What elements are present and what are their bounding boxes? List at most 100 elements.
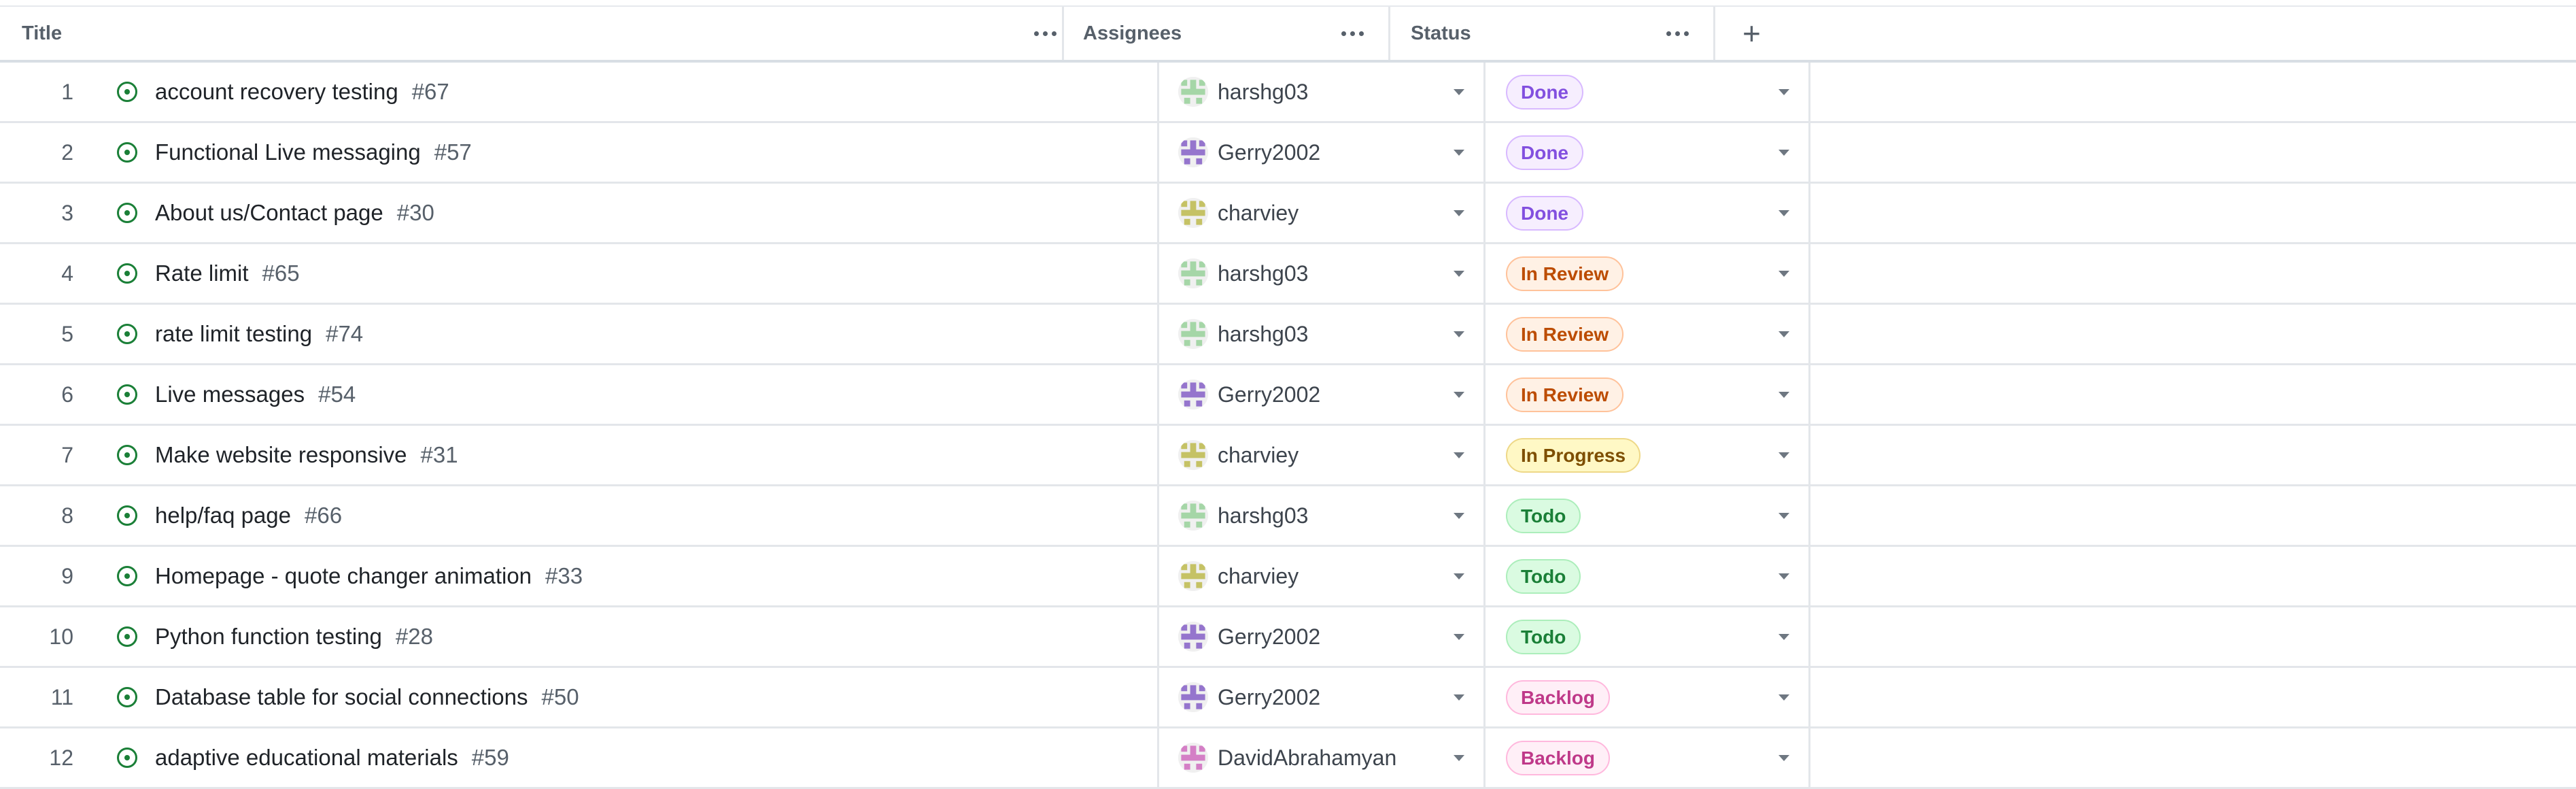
chevron-down-icon[interactable] xyxy=(1454,754,1464,761)
status-cell[interactable]: Backlog xyxy=(1486,668,1810,726)
title-cell[interactable]: Functional Live messaging #57 xyxy=(95,123,1159,182)
issue-title[interactable]: Functional Live messaging xyxy=(155,139,421,165)
table-row[interactable]: 7 Make website responsive #31 charviey In Pr… xyxy=(0,426,2576,486)
issue-title[interactable]: Make website responsive xyxy=(155,442,407,468)
row-number: 7 xyxy=(61,442,73,467)
column-options-icon[interactable] xyxy=(1661,24,1694,43)
issue-title[interactable]: rate limit testing xyxy=(155,321,312,347)
title-cell[interactable]: Python function testing #28 xyxy=(95,607,1159,666)
chevron-down-icon[interactable] xyxy=(1779,694,1789,701)
status-cell[interactable]: Done xyxy=(1486,63,1810,121)
status-cell[interactable]: In Review xyxy=(1486,244,1810,303)
chevron-down-icon[interactable] xyxy=(1779,331,1789,337)
table-row[interactable]: 12 adaptive educational materials #59 David… xyxy=(0,728,2576,789)
issue-number: #30 xyxy=(396,200,434,225)
table-row[interactable]: 4 Rate limit #65 harshg03 In Review xyxy=(0,244,2576,305)
table-row[interactable]: 9 Homepage - quote changer animation #33 ch… xyxy=(0,547,2576,607)
assignee-cell[interactable]: harshg03 xyxy=(1159,244,1486,303)
chevron-down-icon[interactable] xyxy=(1779,633,1789,640)
status-cell[interactable]: Todo xyxy=(1486,607,1810,666)
chevron-down-icon[interactable] xyxy=(1454,391,1464,398)
assignee-cell[interactable]: harshg03 xyxy=(1159,486,1486,545)
status-cell[interactable]: Done xyxy=(1486,123,1810,182)
column-header-title[interactable]: Title xyxy=(0,7,1064,60)
status-cell[interactable]: In Review xyxy=(1486,365,1810,424)
assignee-cell[interactable]: charviey xyxy=(1159,184,1486,242)
issue-title[interactable]: Python function testing xyxy=(155,624,382,650)
title-cell[interactable]: Live messages #54 xyxy=(95,365,1159,424)
title-cell[interactable]: account recovery testing #67 xyxy=(95,63,1159,121)
title-cell[interactable]: Homepage - quote changer animation #33 xyxy=(95,547,1159,605)
title-cell[interactable]: Database table for social connections #50 xyxy=(95,668,1159,726)
column-header-status[interactable]: Status xyxy=(1390,7,1715,60)
assignee-name: Gerry2002 xyxy=(1218,382,1321,407)
table-row[interactable]: 5 rate limit testing #74 harshg03 In Review xyxy=(0,305,2576,365)
issue-title[interactable]: Homepage - quote changer animation xyxy=(155,563,532,589)
title-cell[interactable]: rate limit testing #74 xyxy=(95,305,1159,363)
chevron-down-icon[interactable] xyxy=(1454,512,1464,519)
avatar xyxy=(1178,622,1208,652)
chevron-down-icon[interactable] xyxy=(1779,270,1789,277)
chevron-down-icon[interactable] xyxy=(1779,754,1789,761)
title-cell[interactable]: help/faq page #66 xyxy=(95,486,1159,545)
status-cell[interactable]: Todo xyxy=(1486,547,1810,605)
avatar xyxy=(1178,380,1208,409)
table-row[interactable]: 10 Python function testing #28 Gerry2002 Tod… xyxy=(0,607,2576,668)
add-field-plus-icon[interactable]: + xyxy=(1742,18,1761,49)
status-cell[interactable]: Done xyxy=(1486,184,1810,242)
chevron-down-icon[interactable] xyxy=(1779,573,1789,580)
chevron-down-icon[interactable] xyxy=(1779,88,1789,95)
table-row[interactable]: 8 help/faq page #66 harshg03 Todo xyxy=(0,486,2576,547)
column-options-icon[interactable] xyxy=(1029,24,1062,43)
chevron-down-icon[interactable] xyxy=(1779,149,1789,156)
chevron-down-icon[interactable] xyxy=(1454,331,1464,337)
assignee-cell[interactable]: Gerry2002 xyxy=(1159,668,1486,726)
issue-title[interactable]: adaptive educational materials xyxy=(155,745,458,771)
chevron-down-icon[interactable] xyxy=(1454,573,1464,580)
chevron-down-icon[interactable] xyxy=(1779,452,1789,458)
issue-title[interactable]: account recovery testing xyxy=(155,79,398,105)
issue-opened-icon xyxy=(117,203,137,223)
chevron-down-icon[interactable] xyxy=(1454,88,1464,95)
table-row[interactable]: 3 About us/Contact page #30 charviey Done xyxy=(0,184,2576,244)
chevron-down-icon[interactable] xyxy=(1454,694,1464,701)
chevron-down-icon[interactable] xyxy=(1454,452,1464,458)
table-row[interactable]: 11 Database table for social connections #… xyxy=(0,668,2576,728)
chevron-down-icon[interactable] xyxy=(1779,209,1789,216)
avatar xyxy=(1178,137,1208,167)
assignee-cell[interactable]: DavidAbrahamyan xyxy=(1159,728,1486,787)
column-options-icon[interactable] xyxy=(1336,24,1369,43)
chevron-down-icon[interactable] xyxy=(1454,633,1464,640)
column-header-assignees[interactable]: Assignees xyxy=(1064,7,1390,60)
chevron-down-icon[interactable] xyxy=(1454,149,1464,156)
assignee-cell[interactable]: Gerry2002 xyxy=(1159,123,1486,182)
title-cell[interactable]: About us/Contact page #30 xyxy=(95,184,1159,242)
assignee-cell[interactable]: charviey xyxy=(1159,547,1486,605)
chevron-down-icon[interactable] xyxy=(1454,270,1464,277)
assignee-cell[interactable]: charviey xyxy=(1159,426,1486,484)
assignee-cell[interactable]: harshg03 xyxy=(1159,305,1486,363)
chevron-down-icon[interactable] xyxy=(1454,209,1464,216)
assignee-name: charviey xyxy=(1218,200,1299,225)
status-cell[interactable]: Backlog xyxy=(1486,728,1810,787)
issue-title[interactable]: Live messages xyxy=(155,382,305,407)
status-cell[interactable]: Todo xyxy=(1486,486,1810,545)
status-cell[interactable]: In Progress xyxy=(1486,426,1810,484)
title-cell[interactable]: Rate limit #65 xyxy=(95,244,1159,303)
chevron-down-icon[interactable] xyxy=(1779,512,1789,519)
issue-title[interactable]: help/faq page xyxy=(155,503,291,528)
table-row[interactable]: 2 Functional Live messaging #57 Gerry2002 Do… xyxy=(0,123,2576,184)
issue-title[interactable]: Database table for social connections xyxy=(155,684,528,710)
issue-title[interactable]: About us/Contact page xyxy=(155,200,383,226)
title-cell[interactable]: Make website responsive #31 xyxy=(95,426,1159,484)
chevron-down-icon[interactable] xyxy=(1779,391,1789,398)
status-cell[interactable]: In Review xyxy=(1486,305,1810,363)
assignee-cell[interactable]: Gerry2002 xyxy=(1159,365,1486,424)
assignee-cell[interactable]: harshg03 xyxy=(1159,63,1486,121)
table-row[interactable]: 1 account recovery testing #67 harshg03 Done xyxy=(0,63,2576,123)
assignee-cell[interactable]: Gerry2002 xyxy=(1159,607,1486,666)
table-row[interactable]: 6 Live messages #54 Gerry2002 In Review xyxy=(0,365,2576,426)
issue-number: #28 xyxy=(395,624,433,649)
issue-title[interactable]: Rate limit xyxy=(155,261,249,286)
title-cell[interactable]: adaptive educational materials #59 xyxy=(95,728,1159,787)
